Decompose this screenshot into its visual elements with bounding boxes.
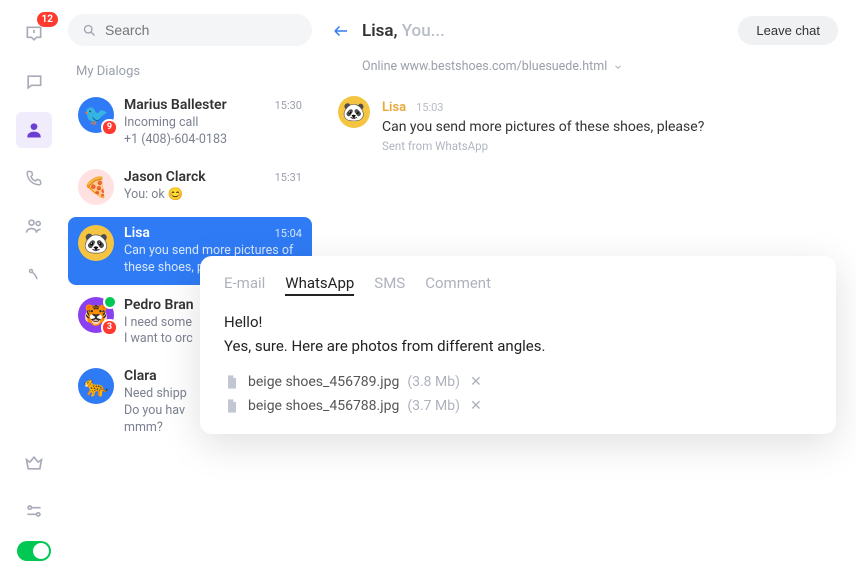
- file-icon: [224, 374, 240, 390]
- dialog-avatar: 🐆: [78, 368, 114, 404]
- nav-phone[interactable]: [16, 160, 52, 196]
- attachment-name: beige shoes_456788.jpg: [248, 398, 399, 414]
- dialog-avatar: 🐯3: [78, 297, 114, 333]
- nav-chat[interactable]: [16, 64, 52, 100]
- chat-title: Lisa, You...: [362, 21, 445, 41]
- search-box[interactable]: [68, 14, 312, 46]
- compose-card: E-mail WhatsApp SMS Comment Hello! Yes, …: [200, 256, 836, 434]
- dialog-avatar: 🐦9: [78, 97, 114, 133]
- chat-header: Lisa, You... Leave chat: [332, 16, 838, 45]
- dialog-name: Pedro Bran: [124, 297, 194, 313]
- attachment-remove[interactable]: ✕: [470, 374, 482, 390]
- dialog-avatar: 🐼: [78, 225, 114, 261]
- nav-contacts[interactable]: [16, 208, 52, 244]
- dialog-avatar: 🍕: [78, 169, 114, 205]
- tab-comment[interactable]: Comment: [425, 274, 491, 296]
- attachment-row: beige shoes_456788.jpg (3.7 Mb) ✕: [224, 398, 812, 414]
- message-text: Can you send more pictures of these shoe…: [382, 119, 704, 135]
- dialog-badge: 9: [101, 119, 118, 136]
- dialog-item[interactable]: 🐦9 Marius Ballester 15:30 Incoming call+1 (…: [68, 89, 312, 157]
- compose-body[interactable]: Hello! Yes, sure. Here are photos from d…: [224, 310, 812, 358]
- message-time: 15:03: [416, 101, 443, 114]
- attachment-row: beige shoes_456789.jpg (3.8 Mb) ✕: [224, 374, 812, 390]
- message-from: Lisa: [382, 100, 406, 115]
- chat-title-name: Lisa,: [362, 21, 397, 41]
- dialog-preview: You: ok 😊: [124, 187, 302, 204]
- back-arrow-icon[interactable]: [332, 22, 350, 40]
- dialog-preview: Incoming call+1 (408)-604-0183: [124, 115, 302, 149]
- dialog-item[interactable]: 🍕 Jason Clarck 15:31 You: ok 😊: [68, 161, 312, 213]
- search-input[interactable]: [105, 22, 298, 38]
- dialog-badge: 3: [101, 319, 118, 336]
- nav-settings[interactable]: [16, 493, 52, 529]
- dialogs-title: My Dialogs: [76, 64, 308, 79]
- tab-whatsapp[interactable]: WhatsApp: [285, 274, 354, 296]
- tab-sms[interactable]: SMS: [374, 274, 405, 296]
- dialog-time: 15:04: [275, 227, 302, 240]
- attachment-size: (3.7 Mb): [407, 398, 460, 414]
- dialog-name: Jason Clarck: [124, 169, 206, 185]
- dialog-name: Marius Ballester: [124, 97, 227, 113]
- chat-message: 🐼 Lisa 15:03 Can you send more pictures o…: [338, 96, 838, 153]
- compose-tabs: E-mail WhatsApp SMS Comment: [224, 274, 812, 296]
- search-icon: [82, 23, 97, 38]
- attachment-remove[interactable]: ✕: [470, 398, 482, 414]
- nav-inbox[interactable]: 12: [16, 16, 52, 52]
- inbox-badge: 12: [37, 12, 58, 27]
- attachment-name: beige shoes_456789.jpg: [248, 374, 399, 390]
- nav-premium[interactable]: [16, 445, 52, 481]
- online-toggle[interactable]: [17, 541, 51, 561]
- dialog-name: Clara: [124, 368, 157, 384]
- chevron-down-icon: [613, 62, 623, 72]
- leave-chat-button[interactable]: Leave chat: [738, 16, 838, 45]
- dialog-name: Lisa: [124, 225, 150, 241]
- dialog-time: 15:31: [275, 171, 302, 184]
- nav-dialogs[interactable]: [16, 112, 52, 148]
- dialog-time: 15:30: [275, 99, 302, 112]
- chat-title-you: You...: [397, 21, 444, 41]
- chat-url-line[interactable]: Online www.bestshoes.com/bluesuede.html: [362, 59, 838, 74]
- attachment-size: (3.8 Mb): [407, 374, 460, 390]
- tab-email[interactable]: E-mail: [224, 274, 265, 296]
- nav-activity[interactable]: [16, 256, 52, 292]
- chat-panel: Lisa, You... Leave chat Online www.bests…: [320, 0, 856, 577]
- nav-rail: 12: [0, 0, 68, 577]
- file-icon: [224, 398, 240, 414]
- message-avatar: 🐼: [338, 96, 370, 128]
- message-source: Sent from WhatsApp: [382, 139, 704, 153]
